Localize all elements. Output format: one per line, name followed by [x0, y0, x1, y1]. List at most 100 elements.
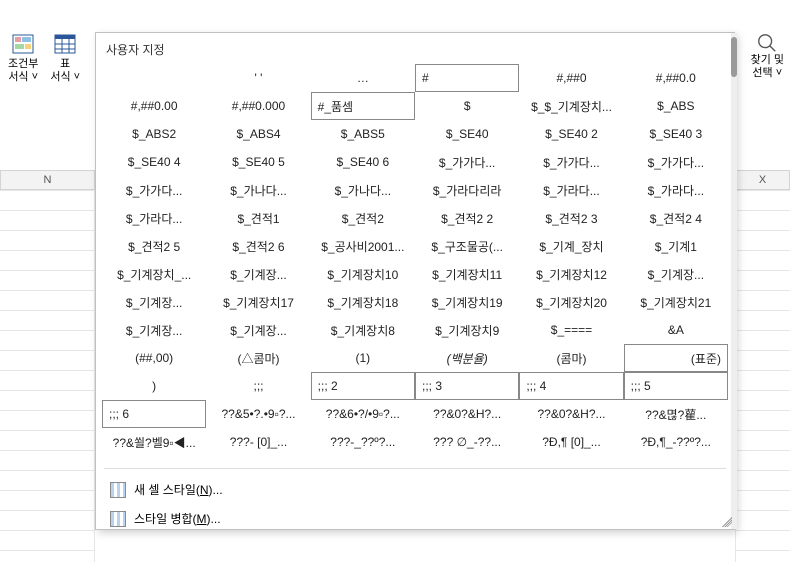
style-cell[interactable]: ;;; 6	[102, 400, 206, 428]
style-cell[interactable]: $_기계장...	[206, 316, 310, 344]
style-cell[interactable]: $_기계장치20	[519, 288, 623, 316]
style-cell[interactable]: $_SE40 3	[624, 120, 728, 148]
style-cell[interactable]: $_$_기계장치...	[519, 92, 623, 120]
find-select-button[interactable]: 찾기 및 선택 ˅	[751, 32, 784, 80]
style-cell[interactable]: ' '	[206, 64, 310, 92]
style-cell[interactable]: $_가라다...	[102, 204, 206, 232]
style-cell[interactable]: ;;; 3	[415, 372, 519, 400]
style-cell[interactable]: $_가라다리라	[415, 176, 519, 204]
style-cell[interactable]: $_기계장치19	[415, 288, 519, 316]
gallery-grid: ' '…##,##0#,##0.0#,##0.00#,##0.000#_품셈$$…	[96, 62, 734, 462]
style-cell[interactable]: ??&5•?.•9▫?...	[206, 400, 310, 428]
style-cell[interactable]: (##,00)	[102, 344, 206, 372]
style-cell[interactable]: $_가가다...	[415, 148, 519, 176]
style-cell[interactable]: $_견적2 2	[415, 204, 519, 232]
format-as-table-button[interactable]: 표 서식 ˅	[46, 30, 84, 86]
style-cell[interactable]: $_기계장...	[102, 316, 206, 344]
gallery-section-title: 사용자 지정	[96, 33, 734, 62]
style-cell[interactable]: ??&6•?/•9▫?...	[311, 400, 415, 428]
style-cell[interactable]: $_견적2 6	[206, 232, 310, 260]
style-cell[interactable]: $_가나다...	[311, 176, 415, 204]
style-cell[interactable]: $_기계_장치	[519, 232, 623, 260]
style-cell[interactable]: $_기계장치_...	[102, 260, 206, 288]
style-cell[interactable]: #	[415, 64, 519, 92]
style-cell[interactable]: (△콤마)	[206, 344, 310, 372]
style-cell[interactable]: ??&멶?雚...	[624, 400, 728, 428]
style-cell[interactable]: $_기계장...	[624, 260, 728, 288]
style-cell[interactable]: ??&쐴?벨9▫◀...	[102, 428, 206, 456]
conditional-formatting-icon	[11, 32, 35, 56]
style-cell[interactable]: $_가가다...	[102, 176, 206, 204]
sheet-cells-right[interactable]	[735, 190, 790, 562]
style-cell[interactable]: ??&0?&H?...	[415, 400, 519, 428]
style-cell[interactable]: $_기계장치21	[624, 288, 728, 316]
style-cell[interactable]: (표준)	[624, 344, 728, 372]
style-cell[interactable]: $_ABS	[624, 92, 728, 120]
style-cell[interactable]: $_가가다...	[519, 148, 623, 176]
style-cell[interactable]: $_SE40 4	[102, 148, 206, 176]
conditional-formatting-button[interactable]: 조건부 서식 ˅	[4, 30, 42, 86]
style-cell[interactable]: (콤마)	[519, 344, 623, 372]
style-cell[interactable]: $_기계장...	[206, 260, 310, 288]
style-cell[interactable]: $_가가다...	[624, 148, 728, 176]
style-cell[interactable]: $_기계장치10	[311, 260, 415, 288]
style-cell[interactable]: $_기계장치8	[311, 316, 415, 344]
style-cell[interactable]: $	[415, 92, 519, 120]
style-cell[interactable]: $_구조물공(...	[415, 232, 519, 260]
sheet-cells-left[interactable]	[0, 190, 95, 562]
column-header-x[interactable]: X	[735, 170, 790, 190]
style-cell[interactable]: ???- [0]_...	[206, 428, 310, 456]
style-cell[interactable]: #,##0	[519, 64, 623, 92]
style-cell[interactable]: ?Đ,¶_-??º?...	[624, 428, 728, 456]
style-cell[interactable]: $_ABS4	[206, 120, 310, 148]
style-cell[interactable]: )	[102, 372, 206, 400]
scroll-thumb[interactable]	[731, 37, 737, 77]
merge-styles-menuitem[interactable]: 스타일 병합(M)...	[106, 504, 724, 533]
style-cell[interactable]: $_견적2 4	[624, 204, 728, 232]
style-cell[interactable]: #_품셈	[311, 92, 415, 120]
style-cell[interactable]: ?Đ,¶ [0]_...	[519, 428, 623, 456]
style-cell[interactable]: ???-_??º?...	[311, 428, 415, 456]
new-cell-style-menuitem[interactable]: 새 셀 스타일(N)...	[106, 475, 724, 504]
style-cell[interactable]: #,##0.0	[624, 64, 728, 92]
style-cell[interactable]: ;;; 5	[624, 372, 728, 400]
style-cell[interactable]	[102, 64, 206, 92]
style-cell[interactable]: (1)	[311, 344, 415, 372]
style-cell[interactable]: $_SE40 5	[206, 148, 310, 176]
style-cell[interactable]: $_기계장치17	[206, 288, 310, 316]
style-cell[interactable]: ;;; 4	[519, 372, 623, 400]
style-cell[interactable]: …	[311, 64, 415, 92]
style-cell[interactable]: ;;; 2	[311, 372, 415, 400]
style-cell[interactable]: $_가라다...	[624, 176, 728, 204]
style-cell[interactable]: $_공사비2001...	[311, 232, 415, 260]
style-cell[interactable]: $_견적2 3	[519, 204, 623, 232]
gallery-scrollbar[interactable]	[731, 33, 737, 529]
style-cell[interactable]: $_기계장치12	[519, 260, 623, 288]
style-cell[interactable]: $_SE40 2	[519, 120, 623, 148]
style-cell[interactable]: ??&0?&H?...	[519, 400, 623, 428]
style-cell[interactable]: (백분율)	[415, 344, 519, 372]
style-cell[interactable]: #,##0.00	[102, 92, 206, 120]
style-cell[interactable]: $_견적2	[311, 204, 415, 232]
style-cell[interactable]: $_견적2 5	[102, 232, 206, 260]
style-cell[interactable]: $_====	[519, 316, 623, 344]
style-cell[interactable]: #,##0.000	[206, 92, 310, 120]
resize-grip[interactable]	[722, 517, 732, 527]
merge-styles-label: 스타일 병합(M)...	[134, 510, 221, 527]
column-header-n[interactable]: N	[0, 170, 95, 190]
style-cell[interactable]: ??? ∅_-??...	[415, 428, 519, 456]
style-cell[interactable]: $_ABS2	[102, 120, 206, 148]
style-cell[interactable]: $_견적1	[206, 204, 310, 232]
style-cell[interactable]: $_ABS5	[311, 120, 415, 148]
style-cell[interactable]: $_기계장치11	[415, 260, 519, 288]
style-cell[interactable]: &A	[624, 316, 728, 344]
style-cell[interactable]: $_가나다...	[206, 176, 310, 204]
style-cell[interactable]: $_SE40	[415, 120, 519, 148]
style-cell[interactable]: $_가라다...	[519, 176, 623, 204]
style-cell[interactable]: $_기계장치9	[415, 316, 519, 344]
style-cell[interactable]: $_SE40 6	[311, 148, 415, 176]
style-cell[interactable]: $_기계장치18	[311, 288, 415, 316]
style-cell[interactable]: $_기계1	[624, 232, 728, 260]
style-cell[interactable]: $_기계장...	[102, 288, 206, 316]
style-cell[interactable]: ;;;	[206, 372, 310, 400]
